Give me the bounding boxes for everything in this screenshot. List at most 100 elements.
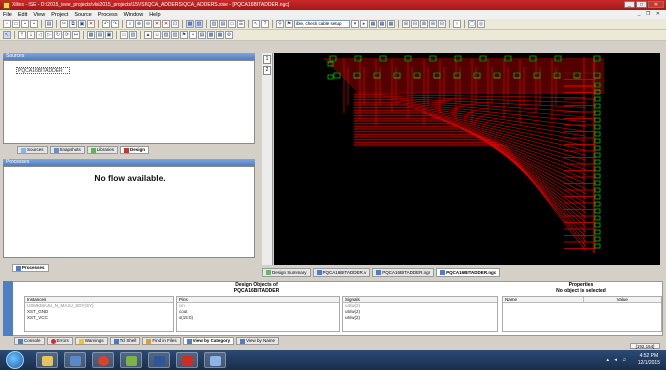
- tab-ngc-schematic[interactable]: PQCA16BITADDER.ngc: [436, 268, 501, 277]
- pin-tool-icon[interactable]: ⊟: [438, 20, 446, 28]
- minimize-button[interactable]: _: [624, 1, 635, 8]
- settings-cog-icon[interactable]: ⚙: [225, 31, 233, 39]
- taskbar-chrome[interactable]: [92, 352, 114, 368]
- source-tree-item[interactable]: PQCA16BITADDER: [16, 67, 70, 74]
- menu-help[interactable]: Help: [149, 12, 160, 18]
- window-cascade-icon[interactable]: ▧: [195, 20, 203, 28]
- symbol-tool-icon[interactable]: ⊟: [411, 20, 419, 28]
- pan-left-icon[interactable]: ◁: [36, 31, 44, 39]
- tab-warnings[interactable]: Warnings: [74, 337, 108, 345]
- tab-processes[interactable]: Processes: [12, 264, 49, 272]
- tab-errors[interactable]: Errors: [46, 337, 73, 345]
- tab-design[interactable]: Design: [120, 146, 150, 154]
- ring-icon[interactable]: ◯: [468, 20, 476, 28]
- window-tile-icon[interactable]: ▦: [186, 20, 194, 28]
- binoculars-icon[interactable]: ⚲: [276, 20, 284, 28]
- instances-list[interactable]: Instances USMKMAJU_N_MAJU_SDY(SY) XST_GN…: [24, 296, 174, 332]
- cross-probe-icon[interactable]: ✕: [153, 20, 161, 28]
- menu-source[interactable]: Source: [74, 12, 91, 18]
- warning-triangle-icon[interactable]: ▲: [144, 31, 152, 39]
- signals-list[interactable]: Signals u4/w(2) u5/w(2) u6/w(2): [342, 296, 498, 332]
- bus-tool-icon[interactable]: ⊞: [429, 20, 437, 28]
- open-folder-icon[interactable]: ▭: [12, 20, 20, 28]
- zoom-in-icon[interactable]: ⊕: [135, 20, 143, 28]
- menu-process[interactable]: Process: [98, 12, 118, 18]
- grid-icon[interactable]: ▦: [87, 31, 95, 39]
- properties-table[interactable]: Name Value: [502, 296, 662, 332]
- tab-view-by-category[interactable]: View by Category: [182, 337, 235, 345]
- branch-icon[interactable]: ⑂: [189, 31, 197, 39]
- filter-icon[interactable]: ▦: [369, 20, 377, 28]
- save-icon[interactable]: ▪: [21, 20, 29, 28]
- menu-project[interactable]: Project: [51, 12, 68, 18]
- tab-view-by-name[interactable]: View by Name: [236, 337, 280, 345]
- mdi-window-controls[interactable]: _ ❐ ✕: [638, 11, 662, 17]
- start-button[interactable]: [6, 351, 24, 369]
- pan-right-icon[interactable]: ▷: [45, 31, 53, 39]
- page-2-button[interactable]: 2: [263, 66, 271, 75]
- dropdown-arrow-icon[interactable]: ▾: [351, 20, 359, 28]
- report-icon[interactable]: ▤: [198, 31, 206, 39]
- redraw-icon[interactable]: ⟳: [63, 31, 71, 39]
- hierarchy-down-icon[interactable]: ⇣: [27, 31, 35, 39]
- panel-icon[interactable]: ▤: [219, 20, 227, 28]
- list-icon[interactable]: ☰: [237, 20, 245, 28]
- net-tool-icon[interactable]: ⊠: [420, 20, 428, 28]
- title-bar[interactable]: Xilinx - ISE - D:\2015_ieee_projects\vls…: [0, 0, 666, 10]
- refresh-icon[interactable]: ↻: [54, 31, 62, 39]
- cut-icon[interactable]: ✂: [60, 20, 68, 28]
- tab-sources[interactable]: Sources: [17, 146, 48, 154]
- lamp-icon[interactable]: ♀: [453, 20, 461, 28]
- taskbar-explorer[interactable]: [36, 352, 58, 368]
- close-button[interactable]: ✕: [648, 1, 664, 8]
- list-item[interactable]: s(15:0): [177, 315, 339, 321]
- go-button-icon[interactable]: ▸: [360, 20, 368, 28]
- layout-icon[interactable]: ▥: [210, 20, 218, 28]
- taskbar-app-4[interactable]: [120, 352, 142, 368]
- user-icon[interactable]: ☺: [153, 31, 161, 39]
- taskbar-app-2[interactable]: [64, 352, 86, 368]
- window-list-icon[interactable]: ▭: [120, 31, 128, 39]
- select-arrow-icon[interactable]: ↖: [3, 31, 11, 39]
- tab-verilog-source[interactable]: PQCA16BITADDER.v: [312, 268, 371, 277]
- pins-list[interactable]: Pins cin cout s(15:0): [176, 296, 340, 332]
- page-1-button[interactable]: 1: [263, 55, 271, 64]
- tab-tcl-shell[interactable]: Tcl Shell: [109, 337, 141, 345]
- ring-alt-icon[interactable]: ◎: [477, 20, 485, 28]
- zoom-out-icon[interactable]: ⊖: [144, 20, 152, 28]
- chip-icon[interactable]: ▩: [207, 31, 215, 39]
- taskbar-pdf[interactable]: [176, 352, 198, 368]
- tab-ngr-schematic[interactable]: PQCA16BITADDER.ngr: [372, 268, 435, 277]
- menu-window[interactable]: Window: [124, 12, 144, 18]
- taskbar-ise[interactable]: [204, 352, 226, 368]
- help-icon[interactable]: ?: [261, 20, 269, 28]
- paste-icon[interactable]: ▣: [78, 20, 86, 28]
- print-icon[interactable]: ▤: [45, 20, 53, 28]
- list-item[interactable]: XST_VCC: [25, 315, 173, 321]
- image-icon[interactable]: ▨: [162, 31, 170, 39]
- filter-word-icon[interactable]: ▦: [387, 20, 395, 28]
- tab-find-in-files[interactable]: Find in Files: [142, 337, 181, 345]
- view-icon[interactable]: ▭: [228, 20, 236, 28]
- system-tray[interactable]: ▴ ◂ ♫: [606, 357, 628, 363]
- menu-edit[interactable]: Edit: [18, 12, 27, 18]
- tab-console[interactable]: Console: [14, 337, 45, 345]
- copy-icon[interactable]: ⧉: [69, 20, 77, 28]
- redo-icon[interactable]: ↷: [111, 20, 119, 28]
- search-select[interactable]: ible, check cable setup: [294, 20, 350, 28]
- maximize-button[interactable]: □: [636, 1, 647, 8]
- schematic-tool-icon[interactable]: ⊞: [402, 20, 410, 28]
- hierarchy-up-icon[interactable]: ⇡: [18, 31, 26, 39]
- block-icon[interactable]: ▣: [105, 31, 113, 39]
- zoom-full-icon[interactable]: ⊡: [171, 20, 179, 28]
- taskbar-clock[interactable]: 4:52 PM 12/1/2015: [638, 353, 660, 367]
- tab-snapshots[interactable]: Snapshots: [49, 146, 85, 154]
- list-item[interactable]: u6/w(2): [343, 315, 497, 321]
- box-icon[interactable]: ▦: [216, 31, 224, 39]
- flag-icon[interactable]: ⚑: [180, 31, 188, 39]
- table-icon[interactable]: ▤: [96, 31, 104, 39]
- tab-libraries[interactable]: Libraries: [86, 146, 119, 154]
- menu-view[interactable]: View: [33, 12, 45, 18]
- menu-file[interactable]: File: [3, 12, 12, 18]
- clear-icon[interactable]: ✕: [162, 20, 170, 28]
